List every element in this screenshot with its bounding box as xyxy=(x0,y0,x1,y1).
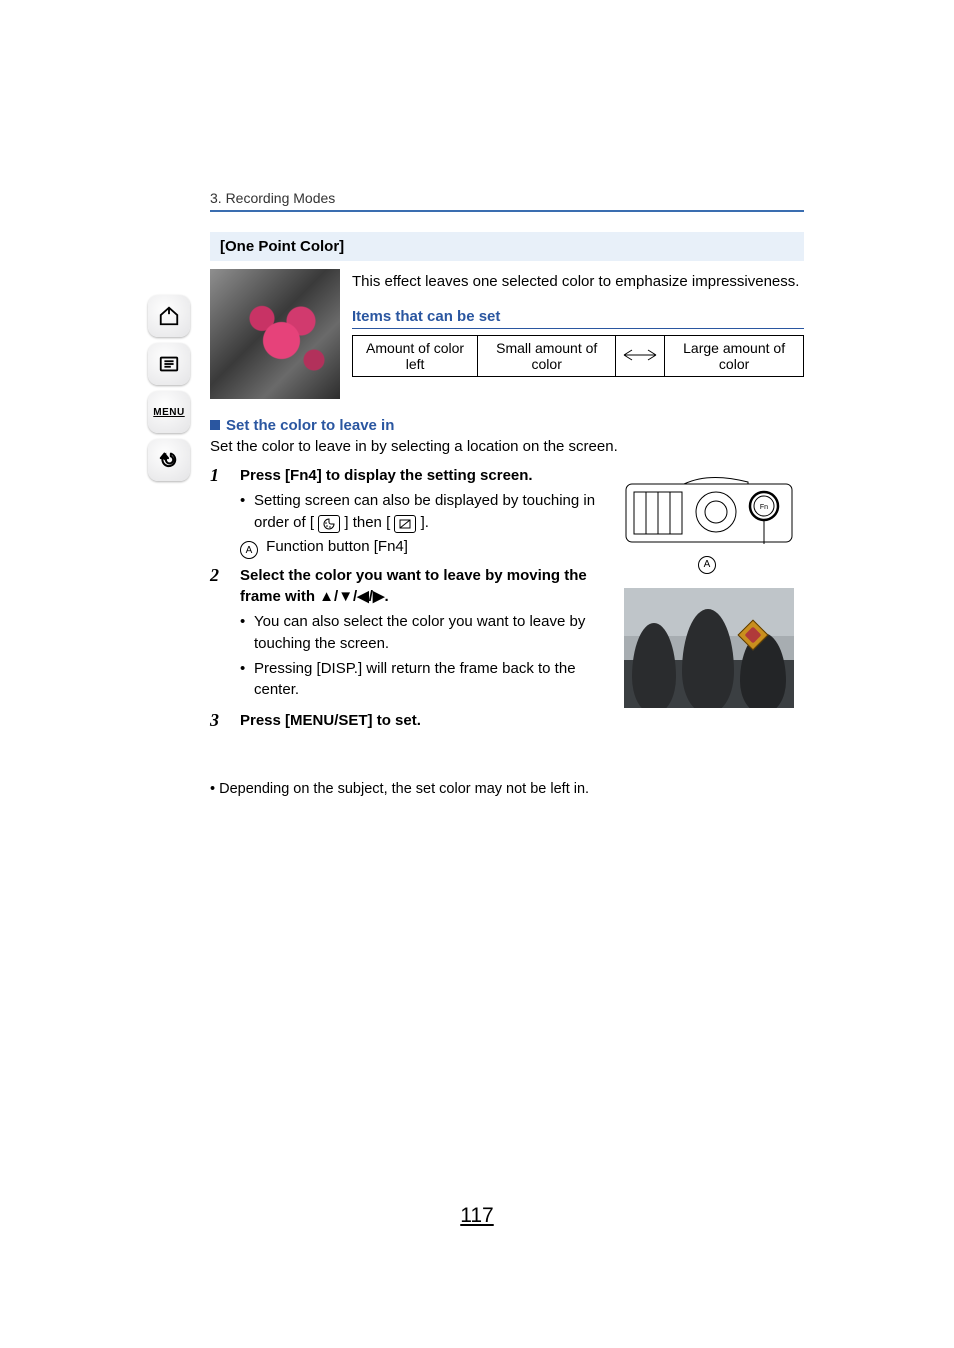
palette-icon xyxy=(318,515,340,533)
nav-home-button[interactable] xyxy=(148,295,190,337)
back-arrow-icon xyxy=(158,449,180,471)
step-number: 1 xyxy=(210,465,228,486)
adjust-icon xyxy=(394,515,416,533)
footnote: Depending on the subject, the set color … xyxy=(210,781,804,797)
circled-a-icon: A xyxy=(698,556,716,574)
subsection-heading-text: Set the color to leave in xyxy=(226,417,394,434)
step-2: 2 Select the color you want to leave by … xyxy=(210,565,615,704)
circled-a-icon: A xyxy=(240,541,258,559)
color-select-figure xyxy=(624,588,794,708)
bullet-end-text: ]. xyxy=(421,514,429,531)
step-1: 1 Press [Fn4] to display the setting scr… xyxy=(210,465,615,559)
step-body: Select the color you want to leave by mo… xyxy=(240,565,615,704)
intro-description: This effect leaves one selected color to… xyxy=(352,271,804,292)
settings-table: Amount of color left Small amount of col… xyxy=(352,335,804,377)
param-cell: Amount of color left xyxy=(353,336,478,377)
step-bullet: You can also select the color you want t… xyxy=(240,611,615,655)
step-bullets: Setting screen can also be displayed by … xyxy=(240,490,615,534)
step-bullet: Setting screen can also be displayed by … xyxy=(240,490,615,534)
high-cell: Large amount of color xyxy=(665,336,804,377)
table-row: Amount of color left Small amount of col… xyxy=(353,336,804,377)
step-title: Select the color you want to leave by mo… xyxy=(240,565,615,607)
step-body: Press [MENU/SET] to set. xyxy=(240,710,615,735)
step-bullets: You can also select the color you want t… xyxy=(240,611,615,701)
tulip-shape xyxy=(682,609,734,708)
tulip-shape xyxy=(632,623,676,708)
flower-illustration xyxy=(210,269,340,399)
section-title: [One Point Color] xyxy=(210,232,804,261)
annotation-line: A Function button [Fn4] xyxy=(240,538,615,560)
document-page: MENU 3. Recording Modes [One Point Color… xyxy=(0,0,954,1348)
figure-label: A xyxy=(624,554,794,574)
step-number: 3 xyxy=(210,710,228,731)
square-bullet-icon xyxy=(210,420,220,430)
step-3: 3 Press [MENU/SET] to set. xyxy=(210,710,615,735)
example-image-one-point-color xyxy=(210,269,340,399)
figure-column: Fn A xyxy=(624,470,794,708)
items-heading: Items that can be set xyxy=(352,308,804,329)
low-cell: Small amount of color xyxy=(478,336,616,377)
intro-text: This effect leaves one selected color to… xyxy=(352,269,804,399)
step-body: Press [Fn4] to display the setting scree… xyxy=(240,465,615,559)
breadcrumb: 3. Recording Modes xyxy=(210,190,804,206)
step-bullet: Pressing [DISP.] will return the frame b… xyxy=(240,658,615,702)
subsection-description: Set the color to leave in by selecting a… xyxy=(210,438,804,455)
divider-top xyxy=(210,210,804,212)
step-title: Press [MENU/SET] to set. xyxy=(240,710,615,731)
step-title: Press [Fn4] to display the setting scree… xyxy=(240,465,615,486)
bullet-then-text: ] then [ xyxy=(344,514,390,531)
double-arrow-icon xyxy=(622,348,658,362)
arrow-cell xyxy=(616,336,665,377)
svg-text:Fn: Fn xyxy=(760,504,768,511)
steps-column: 1 Press [Fn4] to display the setting scr… xyxy=(210,465,615,741)
subsection-heading: Set the color to leave in xyxy=(210,417,804,434)
nav-toc-button[interactable] xyxy=(148,343,190,385)
camera-illustration-icon: Fn xyxy=(624,470,794,550)
list-icon xyxy=(158,353,180,375)
page-number[interactable]: 117 xyxy=(0,1204,954,1228)
home-icon xyxy=(158,305,180,327)
sidebar-nav: MENU xyxy=(148,295,196,481)
annotation-text: Function button [Fn4] xyxy=(266,538,408,555)
nav-menu-button[interactable]: MENU xyxy=(148,391,190,433)
intro-row: This effect leaves one selected color to… xyxy=(210,269,804,399)
step-number: 2 xyxy=(210,565,228,586)
camera-back-figure: Fn xyxy=(624,470,794,550)
menu-label: MENU xyxy=(153,407,184,418)
nav-back-button[interactable] xyxy=(148,439,190,481)
